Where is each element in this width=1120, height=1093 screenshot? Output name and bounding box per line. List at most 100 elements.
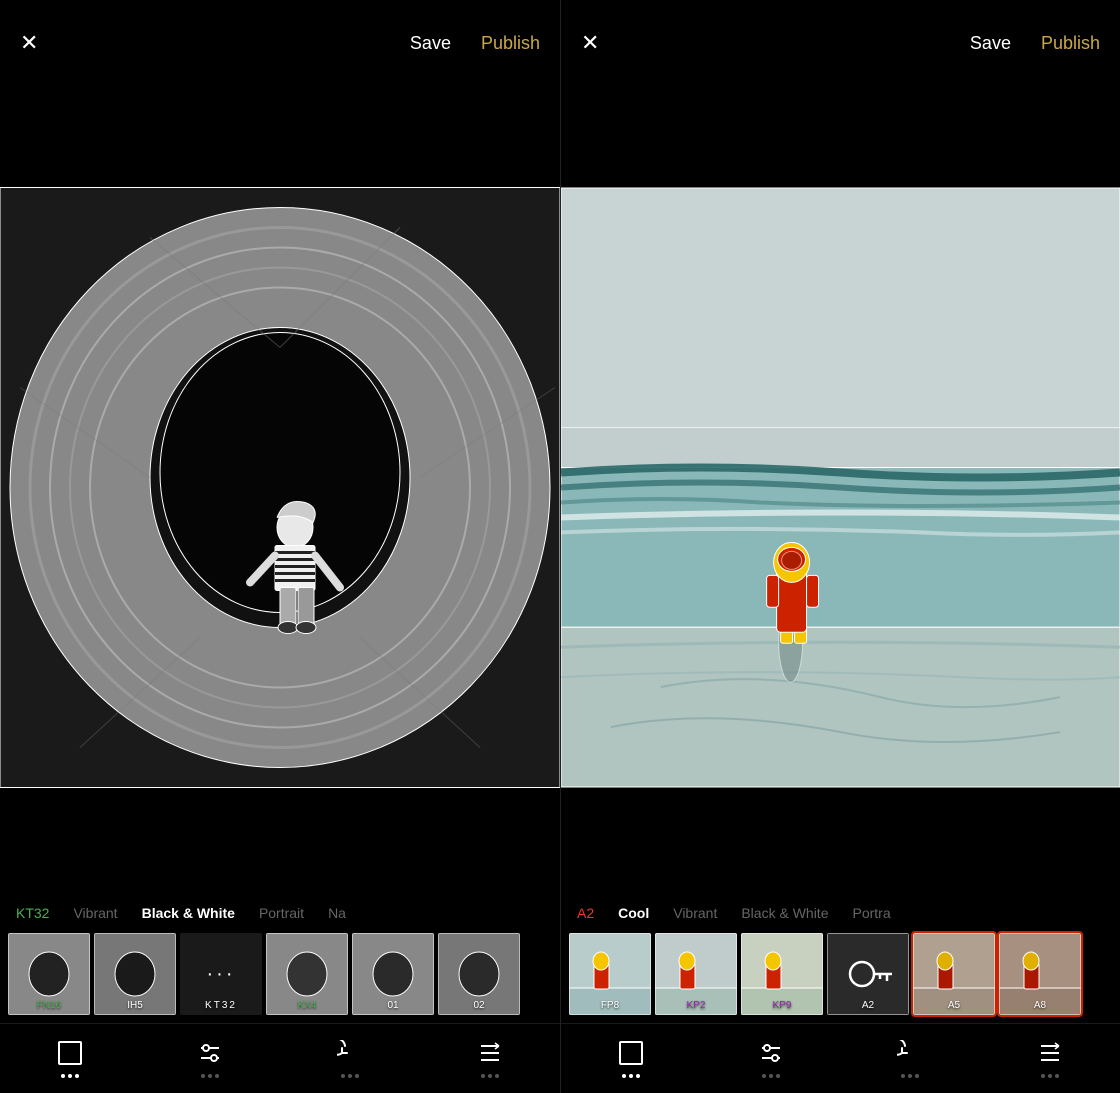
left-thumb-label-01: 01 — [352, 1000, 434, 1011]
left-selective-button[interactable] — [476, 1039, 504, 1078]
right-publish-button[interactable]: Publish — [1041, 33, 1100, 54]
left-frames-dots — [61, 1074, 79, 1078]
left-dot-2 — [68, 1074, 72, 1078]
left-dot-3 — [75, 1074, 79, 1078]
right-selective-dots — [1041, 1074, 1059, 1078]
left-sel-dot-2 — [488, 1074, 492, 1078]
left-hist-dot-2 — [348, 1074, 352, 1078]
left-adjust-icon — [196, 1039, 224, 1067]
left-adj-dot-3 — [215, 1074, 219, 1078]
right-photo-beach — [561, 86, 1120, 889]
right-adj-dot-3 — [776, 1074, 780, 1078]
right-thumb-label-a5: A5 — [913, 1000, 995, 1011]
left-filter-kt32[interactable]: ··· KT32 — [180, 933, 262, 1015]
left-photo-area — [0, 86, 560, 889]
right-sel-dot-1 — [1041, 1074, 1045, 1078]
right-hist-dot-3 — [915, 1074, 919, 1078]
right-adjust-button[interactable] — [757, 1039, 785, 1078]
left-filter-thumbs: FN16 IH5 ··· KT32 KX4 01 — [0, 929, 560, 1023]
left-filter-section: KT32 Vibrant Black & White Portrait Na F… — [0, 889, 560, 1023]
right-filter-cat-a2[interactable]: A2 — [577, 905, 594, 921]
right-bottom-toolbar — [561, 1023, 1120, 1093]
left-thumb-label-02: 02 — [438, 1000, 520, 1011]
right-header: ✕ Save Publish — [561, 0, 1120, 86]
right-thumb-label-a2: A2 — [827, 1000, 909, 1011]
right-filter-cat-vibrant[interactable]: Vibrant — [673, 905, 717, 921]
right-thumb-label-kp9: KP9 — [741, 1000, 823, 1011]
right-filter-a5[interactable]: A5 — [913, 933, 995, 1015]
left-filter-fn16[interactable]: FN16 — [8, 933, 90, 1015]
right-hist-dot-1 — [901, 1074, 905, 1078]
left-filter-02[interactable]: 02 — [438, 933, 520, 1015]
left-save-button[interactable]: Save — [410, 33, 451, 54]
right-filter-a8[interactable]: A8 — [999, 933, 1081, 1015]
left-adj-dot-2 — [208, 1074, 212, 1078]
left-adj-dot-1 — [201, 1074, 205, 1078]
right-filter-fp8[interactable]: FP8 — [569, 933, 651, 1015]
left-header: ✕ Save Publish — [0, 0, 560, 86]
right-adj-dot-1 — [762, 1074, 766, 1078]
left-filter-cat-na[interactable]: Na — [328, 905, 346, 921]
right-header-actions: Save Publish — [970, 33, 1100, 54]
right-filter-thumbs: FP8 KP2 KP9 — [561, 929, 1120, 1023]
left-history-button[interactable] — [336, 1039, 364, 1078]
right-filter-cat-bw[interactable]: Black & White — [741, 905, 828, 921]
left-thumb-label-ih5: IH5 — [94, 1000, 176, 1011]
left-filter-cat-bw[interactable]: Black & White — [142, 905, 235, 921]
left-panel: ✕ Save Publish — [0, 0, 560, 1093]
right-filter-section: A2 Cool Vibrant Black & White Portra FP8 — [561, 889, 1120, 1023]
right-close-button[interactable]: ✕ — [581, 32, 599, 54]
right-hist-dot-2 — [908, 1074, 912, 1078]
left-selective-icon — [476, 1039, 504, 1067]
right-history-button[interactable] — [896, 1039, 924, 1078]
left-bottom-toolbar — [0, 1023, 560, 1093]
left-filter-ih5[interactable]: IH5 — [94, 933, 176, 1015]
right-selective-icon — [1036, 1039, 1064, 1067]
right-selective-button[interactable] — [1036, 1039, 1064, 1078]
left-hist-dot-3 — [355, 1074, 359, 1078]
left-thumb-label-kt32: KT32 — [180, 1000, 262, 1011]
right-adj-dot-2 — [769, 1074, 773, 1078]
right-sel-dot-2 — [1048, 1074, 1052, 1078]
left-dot-1 — [61, 1074, 65, 1078]
right-history-icon — [896, 1039, 924, 1067]
right-filter-kp2[interactable]: KP2 — [655, 933, 737, 1015]
left-filter-categories: KT32 Vibrant Black & White Portrait Na — [0, 889, 560, 929]
left-frames-icon — [56, 1039, 84, 1067]
right-adjust-dots — [762, 1074, 780, 1078]
right-thumb-label-fp8: FP8 — [569, 1000, 651, 1011]
right-adjust-icon — [757, 1039, 785, 1067]
left-close-button[interactable]: ✕ — [20, 32, 38, 54]
left-sel-dot-1 — [481, 1074, 485, 1078]
right-photo-area — [561, 86, 1120, 889]
left-photo-bw — [0, 86, 560, 889]
right-frames-icon — [617, 1039, 645, 1067]
right-dot-3 — [636, 1074, 640, 1078]
left-history-icon — [336, 1039, 364, 1067]
right-filter-cat-portrait[interactable]: Portra — [852, 905, 890, 921]
right-filter-cat-cool[interactable]: Cool — [618, 905, 649, 921]
right-dot-1 — [622, 1074, 626, 1078]
left-frames-button[interactable] — [56, 1039, 84, 1078]
left-publish-button[interactable]: Publish — [481, 33, 540, 54]
left-thumb-label-fn16: FN16 — [8, 1000, 90, 1011]
left-thumb-dots: ··· — [207, 963, 236, 986]
right-filter-a2[interactable]: A2 — [827, 933, 909, 1015]
right-panel: ✕ Save Publish — [560, 0, 1120, 1093]
right-filter-kp9[interactable]: KP9 — [741, 933, 823, 1015]
left-adjust-dots — [201, 1074, 219, 1078]
right-frames-button[interactable] — [617, 1039, 645, 1078]
left-selective-dots — [481, 1074, 499, 1078]
left-filter-cat-portrait[interactable]: Portrait — [259, 905, 304, 921]
left-filter-cat-vibrant[interactable]: Vibrant — [73, 905, 117, 921]
left-adjust-button[interactable] — [196, 1039, 224, 1078]
left-filter-cat-kt32[interactable]: KT32 — [16, 905, 49, 921]
left-history-dots — [341, 1074, 359, 1078]
right-filter-categories: A2 Cool Vibrant Black & White Portra — [561, 889, 1120, 929]
left-filter-01[interactable]: 01 — [352, 933, 434, 1015]
left-thumb-label-kx4: KX4 — [266, 1000, 348, 1011]
left-filter-kx4[interactable]: KX4 — [266, 933, 348, 1015]
right-sel-dot-3 — [1055, 1074, 1059, 1078]
left-sel-dot-3 — [495, 1074, 499, 1078]
right-save-button[interactable]: Save — [970, 33, 1011, 54]
